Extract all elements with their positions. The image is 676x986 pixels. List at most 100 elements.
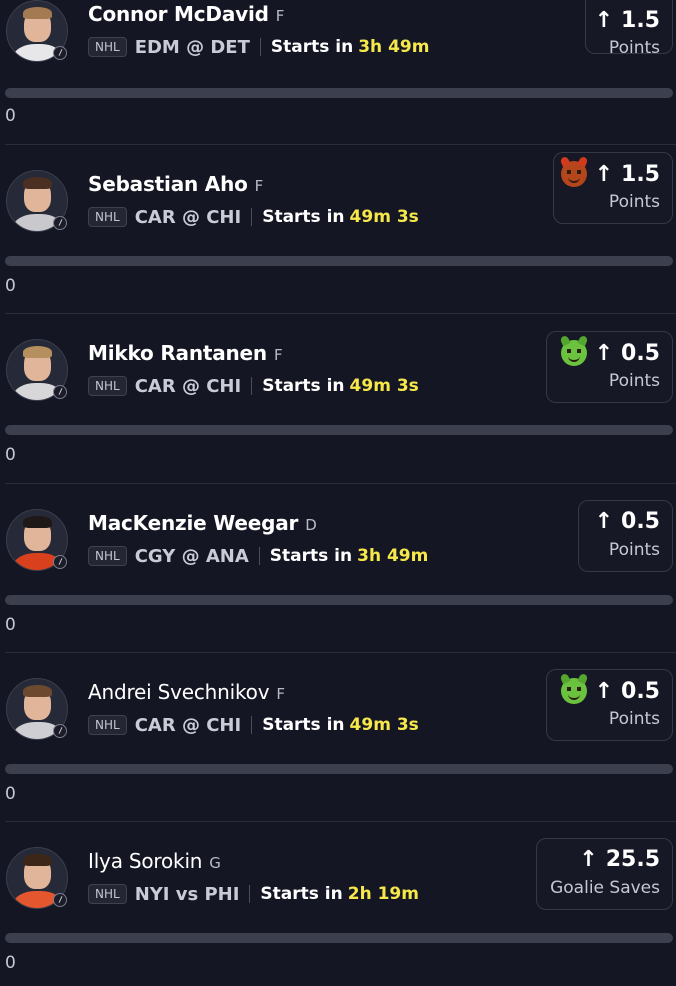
- pick-count: 0: [5, 106, 16, 126]
- matchup: EDM @ DET: [134, 36, 250, 58]
- game-info: NHL CAR @ CHI Starts in 49m 3s: [88, 373, 419, 399]
- row-divider: [5, 144, 676, 145]
- prop-line-button[interactable]: ↑ 1.5 Points: [553, 152, 673, 224]
- progress-bar: [5, 764, 673, 774]
- stat-type: Points: [608, 38, 660, 58]
- player-position: F: [276, 685, 285, 703]
- countdown: 49m 3s: [349, 715, 419, 735]
- league-badge: NHL: [88, 376, 127, 396]
- matchup: CAR @ CHI: [134, 375, 242, 397]
- progress-bar: [5, 595, 673, 605]
- progress-bar: [5, 256, 673, 266]
- matchup: CGY @ ANA: [134, 545, 249, 567]
- player-name: Sebastian Aho: [88, 172, 248, 196]
- player-name-line: Ilya Sorokin G: [88, 849, 221, 875]
- player-name-line: Andrei Svechnikov F: [88, 680, 285, 706]
- player-name-line: Sebastian Aho F: [88, 172, 263, 198]
- prop-row[interactable]: Andrei Svechnikov F NHL CAR @ CHI Starts…: [0, 660, 676, 830]
- row-divider: [5, 652, 676, 653]
- player-name: MacKenzie Weegar: [88, 511, 299, 535]
- player-name: Connor McDavid: [88, 2, 269, 26]
- prop-line-button[interactable]: ↑ 1.5 Points: [585, 0, 673, 58]
- matchup: CAR @ CHI: [134, 206, 242, 228]
- league-badge: NHL: [88, 37, 127, 57]
- starts-label: Starts in: [262, 207, 345, 227]
- progress-bar: [5, 88, 673, 98]
- divider: [258, 547, 260, 565]
- prop-line-button[interactable]: ↑ 0.5 Points: [546, 331, 673, 403]
- line-value: 0.5: [621, 678, 660, 704]
- team-logo-icon: [53, 893, 67, 907]
- league-badge: NHL: [88, 715, 127, 735]
- game-info: NHL CGY @ ANA Starts in 3h 49m: [88, 543, 428, 569]
- matchup: NYI vs PHI: [134, 883, 240, 905]
- stat-type: Points: [608, 192, 660, 212]
- starts-label: Starts in: [269, 546, 353, 566]
- player-name: Andrei Svechnikov: [88, 680, 270, 704]
- up-arrow-icon: ↑: [594, 161, 614, 187]
- countdown: 2h 19m: [347, 884, 419, 904]
- pick-count: 0: [5, 953, 16, 973]
- prop-row[interactable]: MacKenzie Weegar D NHL CGY @ ANA Starts …: [0, 491, 676, 661]
- divider: [249, 885, 251, 903]
- divider: [259, 38, 261, 56]
- team-logo-icon: [53, 46, 67, 60]
- pick-count: 0: [5, 784, 16, 804]
- player-position: F: [275, 7, 285, 25]
- player-name: Ilya Sorokin: [88, 849, 203, 873]
- starts-label: Starts in: [262, 376, 345, 396]
- divider: [251, 716, 253, 734]
- player-position: G: [209, 854, 221, 872]
- line-value: 0.5: [621, 340, 660, 366]
- team-logo-icon: [53, 216, 67, 230]
- prop-row[interactable]: Ilya Sorokin G NHL NYI vs PHI Starts in …: [0, 829, 676, 986]
- league-badge: NHL: [88, 546, 127, 566]
- up-arrow-icon: ↑: [594, 340, 614, 366]
- player-name-line: Mikko Rantanen F: [88, 341, 283, 367]
- game-info: NHL NYI vs PHI Starts in 2h 19m: [88, 881, 419, 907]
- prop-row[interactable]: Mikko Rantanen F NHL CAR @ CHI Starts in…: [0, 321, 676, 491]
- player-position: F: [254, 177, 264, 195]
- starts-label: Starts in: [262, 715, 345, 735]
- player-name-line: MacKenzie Weegar D: [88, 511, 317, 537]
- divider: [251, 208, 253, 226]
- team-logo-icon: [53, 385, 67, 399]
- pick-count: 0: [5, 615, 16, 635]
- prop-row[interactable]: Connor McDavid F NHL EDM @ DET Starts in…: [0, 0, 676, 152]
- line-value: 0.5: [621, 509, 660, 534]
- prop-line-button[interactable]: ↑ 0.5 Points: [546, 669, 673, 741]
- game-info: NHL CAR @ CHI Starts in 49m 3s: [88, 204, 419, 230]
- prop-line-button[interactable]: ↑ 25.5 Goalie Saves: [536, 838, 673, 910]
- up-arrow-icon: ↑: [579, 847, 598, 872]
- row-divider: [5, 313, 676, 314]
- green-devil-icon: [560, 340, 587, 366]
- player-position: F: [273, 346, 283, 364]
- line-value: 1.5: [621, 8, 660, 33]
- progress-bar: [5, 425, 673, 435]
- divider: [251, 377, 253, 395]
- up-arrow-icon: ↑: [594, 678, 614, 704]
- row-divider: [5, 821, 676, 822]
- player-props-list: Connor McDavid F NHL EDM @ DET Starts in…: [0, 0, 676, 986]
- red-devil-icon: [560, 161, 587, 187]
- game-info: NHL CAR @ CHI Starts in 49m 3s: [88, 712, 419, 738]
- player-name-line: Connor McDavid F: [88, 2, 284, 28]
- prop-line-button[interactable]: ↑ 0.5 Points: [578, 500, 673, 572]
- stat-type: Points: [608, 540, 660, 560]
- game-info: NHL EDM @ DET Starts in 3h 49m: [88, 34, 429, 60]
- league-badge: NHL: [88, 207, 127, 227]
- prop-row[interactable]: Sebastian Aho F NHL CAR @ CHI Starts in …: [0, 152, 676, 322]
- team-logo-icon: [53, 555, 67, 569]
- starts-label: Starts in: [260, 884, 343, 904]
- countdown: 49m 3s: [349, 376, 419, 396]
- pick-count: 0: [5, 445, 16, 465]
- pick-count: 0: [5, 276, 16, 296]
- stat-type: Goalie Saves: [550, 878, 660, 898]
- player-position: D: [305, 516, 317, 534]
- green-devil-icon: [560, 678, 587, 704]
- stat-type: Points: [608, 371, 660, 391]
- up-arrow-icon: ↑: [594, 8, 614, 33]
- starts-label: Starts in: [270, 37, 354, 57]
- matchup: CAR @ CHI: [134, 714, 242, 736]
- stat-type: Points: [608, 709, 660, 729]
